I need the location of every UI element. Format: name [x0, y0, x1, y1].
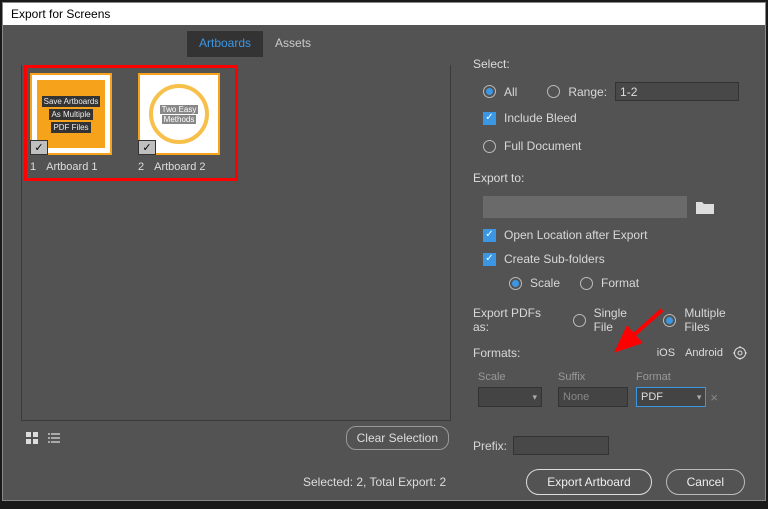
col-scale: Scale: [474, 369, 554, 385]
suffix-input[interactable]: None: [558, 387, 628, 407]
artboard-checkbox[interactable]: ✓: [30, 140, 48, 155]
scale-label: Scale: [530, 276, 560, 290]
artboard-item[interactable]: Save Artboards As Multiple PDF Files ✓ 1…: [30, 73, 120, 173]
range-label: Range:: [568, 85, 607, 99]
col-format: Format: [632, 369, 722, 385]
radio-all[interactable]: [483, 85, 496, 98]
all-label: All: [504, 85, 517, 99]
cancel-button[interactable]: Cancel: [666, 469, 745, 495]
format-label: Format: [601, 276, 639, 290]
full-document-label: Full Document: [504, 139, 581, 153]
radio-full-document[interactable]: [483, 140, 496, 153]
radio-subfolder-scale[interactable]: [509, 277, 522, 290]
titlebar: Export for Screens: [3, 3, 765, 25]
single-file-label: Single File: [594, 306, 644, 334]
checkbox-include-bleed[interactable]: [483, 112, 496, 125]
scale-select[interactable]: ▾: [478, 387, 542, 407]
tab-assets[interactable]: Assets: [263, 31, 323, 57]
artboard-item[interactable]: Two Easy Methods ✓ 2Artboard 2: [138, 73, 228, 173]
artboard-checkbox[interactable]: ✓: [138, 140, 156, 155]
folder-icon[interactable]: [695, 199, 715, 215]
format-row: ▾ None PDF▾ ×: [474, 385, 746, 409]
artboard-label: 1Artboard 1: [30, 161, 120, 173]
ios-preset-link[interactable]: iOS: [657, 347, 675, 359]
prefix-label: Prefix:: [473, 439, 507, 453]
create-subfolders-label: Create Sub-folders: [504, 252, 605, 266]
include-bleed-label: Include Bleed: [504, 111, 577, 125]
select-label: Select:: [473, 57, 747, 71]
col-suffix: Suffix: [554, 369, 632, 385]
export-for-screens-dialog: Export for Screens Artboards Assets Save…: [2, 2, 766, 501]
export-artboard-button[interactable]: Export Artboard: [526, 469, 651, 495]
formats-label: Formats:: [473, 346, 520, 360]
format-select[interactable]: PDF▾: [636, 387, 706, 407]
dialog-title: Export for Screens: [11, 7, 110, 21]
tabs: Artboards Assets: [187, 31, 765, 57]
export-path-input[interactable]: [483, 196, 687, 218]
formats-table: Scale Suffix Format ▾ None PDF▾ ×: [473, 368, 747, 410]
android-preset-link[interactable]: Android: [685, 347, 723, 359]
gear-icon[interactable]: [733, 346, 747, 360]
radio-subfolder-format[interactable]: [580, 277, 593, 290]
grid-view-icon[interactable]: [23, 429, 41, 447]
radio-single-file[interactable]: [573, 314, 586, 327]
prefix-input[interactable]: [513, 436, 609, 455]
artboard-thumbnail[interactable]: Save Artboards As Multiple PDF Files ✓: [30, 73, 112, 155]
tab-artboards[interactable]: Artboards: [187, 31, 263, 57]
remove-row-icon[interactable]: ×: [710, 390, 718, 405]
artboard-thumbnail[interactable]: Two Easy Methods ✓: [138, 73, 220, 155]
multiple-files-label: Multiple Files: [684, 306, 747, 334]
export-to-label: Export to:: [473, 171, 747, 185]
radio-multiple-files[interactable]: [663, 314, 676, 327]
artboard-label: 2Artboard 2: [138, 161, 228, 173]
checkbox-open-location[interactable]: [483, 229, 496, 242]
export-pdfs-label: Export PDFs as:: [473, 306, 551, 334]
checkbox-create-subfolders[interactable]: [483, 253, 496, 266]
artboard-grid: Save Artboards As Multiple PDF Files ✓ 1…: [21, 65, 451, 421]
open-location-label: Open Location after Export: [504, 228, 647, 242]
list-view-icon[interactable]: [45, 429, 63, 447]
range-input[interactable]: [615, 82, 739, 101]
radio-range[interactable]: [547, 85, 560, 98]
selection-status: Selected: 2, Total Export: 2: [303, 475, 446, 489]
clear-selection-button[interactable]: Clear Selection: [346, 426, 449, 450]
